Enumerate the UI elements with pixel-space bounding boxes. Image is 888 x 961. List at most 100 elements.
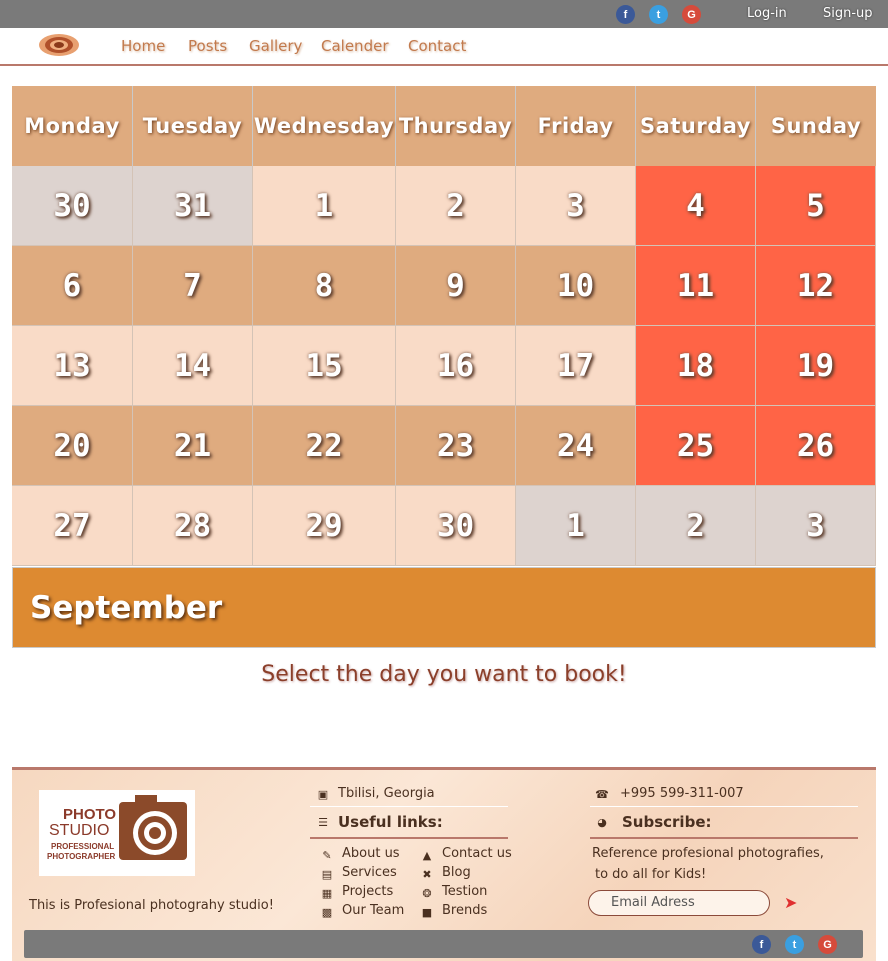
calendar-day[interactable]: 30 (396, 486, 516, 566)
calendar-day[interactable]: 23 (396, 406, 516, 486)
calendar-day[interactable]: 12 (756, 246, 876, 326)
calendar-day[interactable]: 21 (133, 406, 253, 486)
calendar-day[interactable]: 1 (253, 166, 396, 246)
footer-link-testion[interactable]: Testion (442, 884, 487, 899)
support-icon: ❂ (422, 887, 432, 900)
month-title: September (12, 567, 876, 648)
booking-prompt: Select the day you want to book! (261, 662, 627, 687)
email-placeholder: Email Adress (611, 895, 695, 910)
calendar-day[interactable]: 26 (756, 406, 876, 486)
calendar-day[interactable]: 2 (396, 166, 516, 246)
signup-link[interactable]: Sign-up (823, 6, 873, 21)
top-bar: f t G Log-in Sign-up (0, 0, 888, 28)
calendar-day[interactable]: 30 (12, 166, 133, 246)
google-icon[interactable]: G (682, 5, 701, 24)
calendar-day[interactable]: 24 (516, 406, 636, 486)
address-card-icon: ▣ (317, 788, 329, 801)
grid-icon: ▩ (321, 906, 333, 919)
footer-tagline: This is Profesional photograhy studio! (29, 898, 274, 913)
phone-icon: ☎ (595, 788, 609, 801)
calendar-day[interactable]: 8 (253, 246, 396, 326)
footer-link-services[interactable]: Services (342, 865, 397, 880)
facebook-icon[interactable]: f (616, 5, 635, 24)
calendar-day[interactable]: 5 (756, 166, 876, 246)
footer-link-projects[interactable]: Projects (342, 884, 393, 899)
login-link[interactable]: Log-in (747, 6, 787, 21)
footer-phone: +995 599-311-007 (620, 786, 744, 801)
divider (590, 806, 858, 807)
calendar-day[interactable]: 2 (636, 486, 756, 566)
calendar-day[interactable]: 10 (516, 246, 636, 326)
weekday-header: Tuesday (133, 86, 253, 166)
plane-icon: ✖ (422, 868, 432, 881)
calendar-day[interactable]: 19 (756, 326, 876, 406)
edit-icon: ✎ (322, 849, 332, 862)
weekday-header: Friday (516, 86, 636, 166)
calendar-day[interactable]: 9 (396, 246, 516, 326)
footer-bottom-bar: f t G (24, 930, 863, 958)
studio-logo-icon[interactable] (36, 32, 82, 58)
calendar-day[interactable]: 25 (636, 406, 756, 486)
footer-link-team[interactable]: Our Team (342, 903, 404, 918)
calendar-day[interactable]: 29 (253, 486, 396, 566)
photo-studio-logo: PHOTO STUDIO PROFESSIONAL PHOTOGRAPHER (39, 790, 195, 876)
footer-link-brends[interactable]: Brends (442, 903, 487, 918)
subscribe-title: Subscribe: (622, 813, 712, 831)
calendar-day[interactable]: 6 (12, 246, 133, 326)
nav-calender[interactable]: Calender (321, 37, 389, 55)
divider (590, 837, 858, 839)
calendar-day[interactable]: 28 (133, 486, 253, 566)
logo-text-studio: STUDIO (49, 822, 110, 839)
calendar-day[interactable]: 15 (253, 326, 396, 406)
calendar-day[interactable]: 13 (12, 326, 133, 406)
facebook-icon[interactable]: f (752, 935, 771, 954)
calendar-day[interactable]: 7 (133, 246, 253, 326)
list-icon: ☰ (318, 816, 328, 829)
email-input[interactable]: Email Adress (588, 890, 770, 916)
bank-icon: ▲ (422, 849, 432, 862)
calendar-day[interactable]: 4 (636, 166, 756, 246)
weekday-header: Sunday (756, 86, 876, 166)
footer: PHOTO STUDIO PROFESSIONAL PHOTOGRAPHER T… (12, 767, 876, 961)
twitter-icon[interactable]: t (649, 5, 668, 24)
calendar-day[interactable]: 16 (396, 326, 516, 406)
weekday-header: Thursday (396, 86, 516, 166)
calendar-day[interactable]: 17 (516, 326, 636, 406)
divider (310, 837, 508, 839)
calendar-day[interactable]: 14 (133, 326, 253, 406)
footer-link-about[interactable]: About us (342, 846, 400, 861)
logo-text-photo: PHOTO (63, 806, 117, 823)
send-icon[interactable]: ➤ (784, 893, 797, 912)
subscribe-text: Reference profesional photografies, (592, 846, 824, 861)
calendar-day[interactable]: 22 (253, 406, 396, 486)
calendar-day[interactable]: 11 (636, 246, 756, 326)
nav-home[interactable]: Home (121, 37, 165, 55)
footer-link-blog[interactable]: Blog (442, 865, 471, 880)
twitter-icon[interactable]: t (785, 935, 804, 954)
document-icon: ▤ (321, 868, 333, 881)
calendar-day[interactable]: 20 (12, 406, 133, 486)
calendar-day[interactable]: 3 (756, 486, 876, 566)
useful-links-title: Useful links: (338, 813, 443, 831)
nav-contact[interactable]: Contact (408, 37, 466, 55)
calendar-day[interactable]: 1 (516, 486, 636, 566)
calendar-day[interactable]: 31 (133, 166, 253, 246)
weekday-header: Wednesday (253, 86, 396, 166)
footer-address: Tbilisi, Georgia (338, 786, 435, 801)
logo-text-photographer: PHOTOGRAPHER (47, 852, 116, 861)
weekday-header: Monday (12, 86, 133, 166)
google-icon[interactable]: G (818, 935, 837, 954)
calendar-day[interactable]: 3 (516, 166, 636, 246)
footer-link-contact[interactable]: Contact us (442, 846, 512, 861)
divider (310, 806, 508, 807)
calendar-day[interactable]: 18 (636, 326, 756, 406)
image-icon: ▦ (321, 887, 333, 900)
video-camera-icon: ■ (421, 906, 433, 919)
subscribe-text: to do all for Kids! (595, 867, 707, 882)
pie-chart-icon: ◕ (597, 816, 607, 829)
nav-posts[interactable]: Posts (188, 37, 227, 55)
calendar-day[interactable]: 27 (12, 486, 133, 566)
nav-gallery[interactable]: Gallery (249, 37, 302, 55)
main-nav: Home Posts Gallery Calender Contact (0, 28, 888, 66)
weekday-header: Saturday (636, 86, 756, 166)
